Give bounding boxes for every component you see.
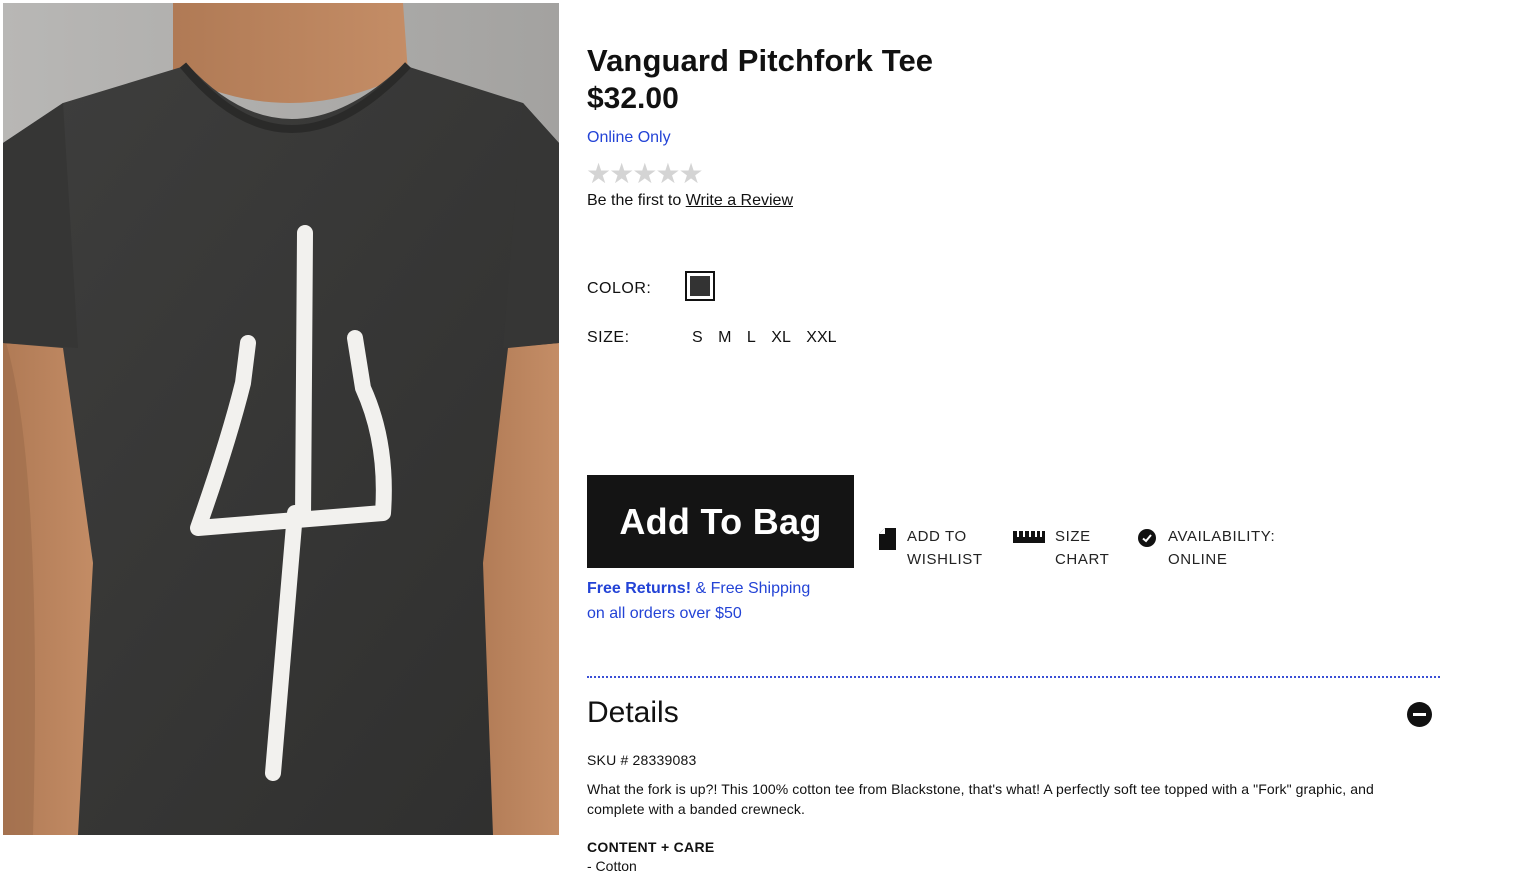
page-fold-icon [879, 528, 896, 557]
wishlist-label-line2: WISHLIST [907, 551, 983, 568]
availability-info[interactable]: AVAILABILITY: ONLINE [1138, 525, 1276, 571]
star-icon[interactable]: ★ [678, 158, 703, 189]
minus-circle-icon[interactable] [1407, 702, 1432, 727]
free-returns-text[interactable]: Free Returns! [587, 580, 691, 597]
size-option-xxl[interactable]: XXL [806, 329, 836, 346]
review-prompt-text: Be the first to [587, 192, 682, 209]
product-title: Vanguard Pitchfork Tee [587, 43, 934, 78]
care-item: - Cotton [587, 858, 637, 874]
minus-bar [1413, 713, 1426, 716]
color-label: COLOR: [587, 280, 652, 297]
size-option-l[interactable]: L [747, 329, 756, 346]
add-to-bag-button[interactable]: Add To Bag [587, 475, 854, 568]
write-review-link[interactable]: Write a Review [686, 192, 793, 209]
product-description: What the fork is up?! This 100% cotton t… [587, 781, 1374, 817]
free-returns-promo[interactable]: Free Returns! & Free Shipping [587, 579, 810, 599]
check-circle-icon [1138, 529, 1156, 554]
star-icon[interactable]: ★ [632, 158, 657, 189]
sizechart-label-line2: CHART [1055, 551, 1110, 568]
swatch-fill [690, 276, 710, 296]
details-heading[interactable]: Details [587, 694, 679, 732]
availability-label-line1: AVAILABILITY: [1168, 528, 1276, 545]
star-icon[interactable]: ★ [586, 158, 611, 189]
size-option-xl[interactable]: XL [771, 329, 791, 346]
size-label: SIZE: [587, 329, 630, 346]
sizechart-label-line1: SIZE [1055, 528, 1091, 545]
wishlist-label-line1: ADD TO [907, 528, 967, 545]
shipping-condition[interactable]: on all orders over $50 [587, 604, 742, 624]
tee-photo-illustration [3, 3, 559, 835]
section-divider [587, 676, 1440, 678]
product-image[interactable] [3, 3, 559, 835]
product-price: $32.00 [587, 82, 679, 115]
size-option-s[interactable]: S [692, 329, 703, 346]
rating-stars[interactable]: ★★★★★ [586, 158, 704, 190]
availability-label-line2: ONLINE [1168, 551, 1228, 568]
star-icon[interactable]: ★ [609, 158, 634, 189]
sku-number: SKU # 28339083 [587, 752, 697, 768]
color-swatch-charcoal[interactable] [685, 271, 715, 301]
size-options: S M L XL XXL [692, 328, 848, 348]
size-option-m[interactable]: M [718, 329, 731, 346]
add-to-wishlist-button[interactable]: ADD TO WISHLIST [879, 525, 983, 571]
review-prompt: Be the first to Write a Review [587, 191, 793, 211]
ruler-icon [1013, 527, 1045, 550]
size-chart-button[interactable]: SIZE CHART [1013, 525, 1110, 571]
online-only-badge: Online Only [587, 129, 671, 146]
content-care-heading: CONTENT + CARE [587, 839, 715, 855]
free-shipping-text[interactable]: & Free Shipping [695, 580, 810, 597]
star-icon[interactable]: ★ [655, 158, 680, 189]
